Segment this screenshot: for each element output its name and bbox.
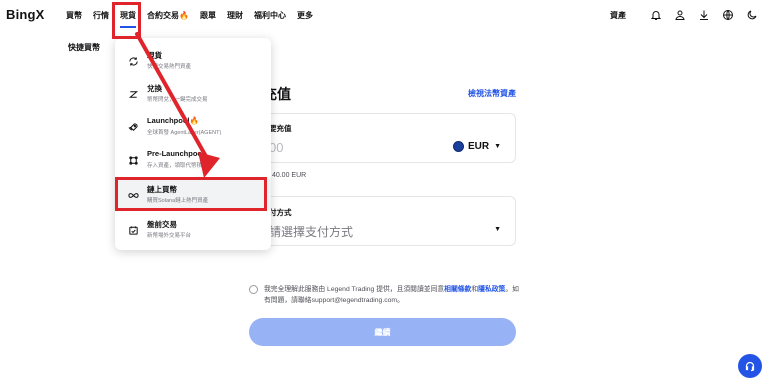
nav-item-6[interactable]: 福利中心: [254, 10, 286, 21]
page-subtitle: 快捷買幣: [68, 43, 100, 52]
amount-input[interactable]: 00: [269, 140, 283, 155]
chevron-down-icon: ▼: [494, 143, 501, 150]
menu-item-title: Launchpool🔥: [147, 116, 199, 125]
bell-icon[interactable]: [650, 9, 662, 21]
nav-item-4[interactable]: 跟單: [200, 10, 216, 21]
headset-icon: [745, 361, 755, 372]
fire-icon: 🔥: [189, 116, 199, 125]
menu-item-1[interactable]: 兌換幣幣閃兌，一鍵完成交易: [115, 77, 271, 109]
nav-item-0[interactable]: 買幣: [66, 10, 82, 21]
support-chat-button[interactable]: [738, 354, 762, 378]
menu-item-title: 兌換: [147, 84, 162, 93]
terms-link[interactable]: 相關條款: [444, 286, 471, 293]
nav-item-5[interactable]: 理財: [227, 10, 243, 21]
annotation-highlight-onchain: [115, 177, 267, 211]
menu-item-desc: 存入資產，領取代幣積分: [147, 163, 208, 169]
menu-item-desc: 新幣場外交易平台: [147, 233, 192, 239]
nav-item-1[interactable]: 行情: [93, 10, 109, 21]
moon-icon[interactable]: [746, 9, 758, 21]
nav-item-7[interactable]: 更多: [297, 10, 313, 21]
menu-item-title: 盤前交易: [147, 220, 177, 229]
user-icon[interactable]: [674, 9, 686, 21]
payment-method-select[interactable]: 付方式 請選擇支付方式 ▼: [258, 196, 516, 246]
menu-item-desc: 全球首發 AgentLayer(AGENT): [147, 130, 222, 136]
payment-label: 付方式: [269, 208, 292, 217]
agreement: 我完全理解此服務由 Legend Trading 提供，且須閱讀並同意相關條款和…: [249, 284, 519, 306]
nav-items: 買幣 行情 現貨 合約交易🔥 跟單 理財 福利中心 更多: [66, 0, 324, 30]
spot-icon: [128, 54, 139, 66]
nav-item-3[interactable]: 合約交易🔥: [147, 10, 189, 21]
menu-item-desc: 幣幣閃兌，一鍵完成交易: [147, 97, 208, 103]
annotation-highlight-spot: [112, 2, 141, 39]
menu-item-3[interactable]: Pre-Launchpool 存入資產，領取代幣積分: [115, 143, 271, 175]
menu-item-0[interactable]: 現貨快捷交易熱門資產: [115, 44, 271, 76]
assets-link[interactable]: 資產: [610, 10, 626, 21]
menu-item-title: 現貨: [147, 51, 162, 60]
prelaunch-icon: [128, 153, 139, 165]
menu-item-desc: 快捷交易熱門資產: [147, 64, 192, 70]
privacy-link[interactable]: 隱私政策: [478, 286, 505, 293]
menu-item-title: Pre-Launchpool: [147, 149, 205, 158]
convert-icon: [128, 87, 139, 98]
right-nav: 資產: [610, 0, 758, 30]
download-icon[interactable]: [698, 9, 710, 21]
globe-icon[interactable]: [722, 9, 734, 21]
bingx-logo[interactable]: BingX: [6, 7, 45, 22]
agreement-text: 我完全理解此服務由 Legend Trading 提供，且須閱讀並同意相關條款和…: [264, 286, 519, 304]
amount-field[interactable]: 要充值 00 EUR ▼: [258, 113, 516, 163]
calendar-icon: [128, 223, 139, 235]
continue-button[interactable]: 繼續: [249, 318, 516, 346]
payment-placeholder: 請選擇支付方式: [269, 225, 354, 239]
agreement-radio[interactable]: [249, 285, 258, 294]
currency-value: EUR: [467, 141, 490, 152]
menu-item-5[interactable]: 盤前交易新幣場外交易平台: [115, 213, 271, 245]
eu-flag-icon: [452, 141, 464, 152]
menu-item-2[interactable]: Launchpool🔥 全球首發 AgentLayer(AGENT): [115, 110, 271, 142]
fire-icon: 🔥: [179, 10, 189, 20]
rocket-icon: [128, 120, 139, 131]
currency-select[interactable]: EUR ▼: [452, 141, 501, 152]
view-fiat-assets-link[interactable]: 檢視法幣資產: [468, 88, 516, 99]
amount-label: 要充值: [269, 124, 292, 133]
spot-dropdown-menu: 現貨快捷交易熱門資產 兌換幣幣閃兌，一鍵完成交易 Launchpool🔥 全球首發 A…: [115, 38, 271, 250]
chevron-down-icon: ▼: [494, 226, 501, 233]
